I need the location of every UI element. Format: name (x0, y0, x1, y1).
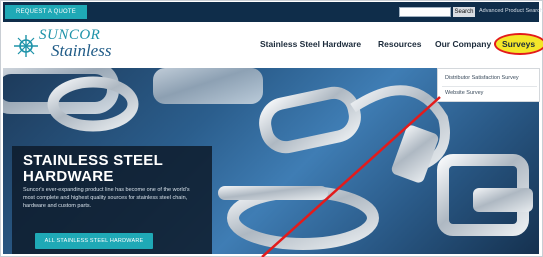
annotation-line (261, 96, 441, 257)
